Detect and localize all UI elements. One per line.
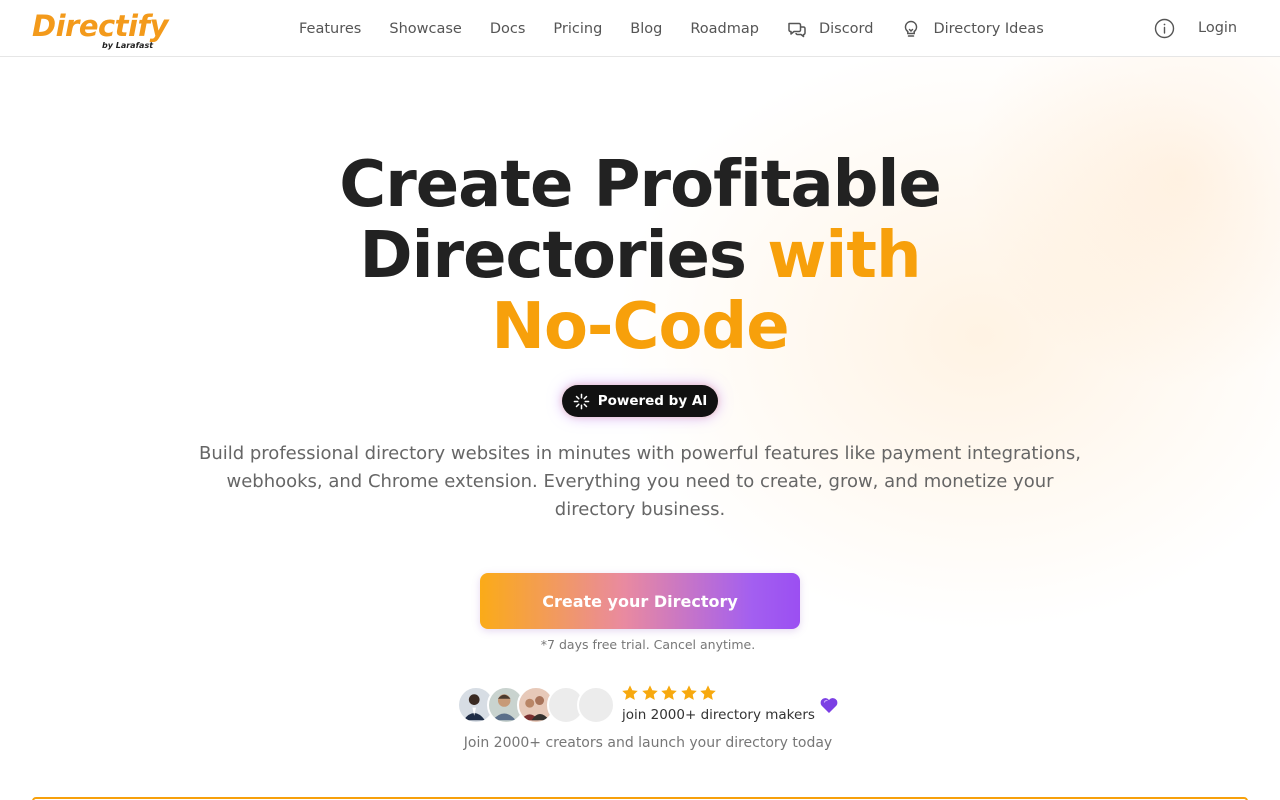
hero-title-accent: with xyxy=(767,219,921,293)
nav-blog[interactable]: Blog xyxy=(630,19,662,39)
hero-title-dark: Directories xyxy=(359,219,747,293)
hero-title: Create Profitable Directories with No-Co… xyxy=(0,150,1280,363)
makers-text: join 2000+ directory makers xyxy=(622,707,815,723)
avatar xyxy=(577,686,615,724)
nav-label: Showcase xyxy=(389,21,462,37)
join-text: Join 2000+ creators and launch your dire… xyxy=(463,735,833,751)
chat-bubbles-icon xyxy=(787,19,807,39)
hero-title-line-1: Create Profitable xyxy=(339,148,942,222)
trial-note: *7 days free trial. Cancel anytime. xyxy=(540,637,756,652)
star-icon xyxy=(700,685,716,700)
nav-roadmap[interactable]: Roadmap xyxy=(690,19,759,39)
purple-heart-icon xyxy=(818,694,840,716)
nav-directory-ideas[interactable]: Directory Ideas xyxy=(901,19,1044,39)
create-directory-button[interactable]: Create your Directory xyxy=(480,573,800,629)
brand-sub: by Larafast xyxy=(102,41,154,50)
loader-icon xyxy=(573,393,590,409)
rating-stars xyxy=(621,684,719,702)
star-icon xyxy=(622,685,638,700)
login-link[interactable]: Login xyxy=(1198,18,1237,38)
nav-showcase[interactable]: Showcase xyxy=(389,19,461,39)
nav-label: Blog xyxy=(630,21,663,37)
hero-title-line-3: No-Code xyxy=(491,290,789,364)
star-icon xyxy=(661,685,677,700)
star-icon xyxy=(680,685,697,700)
brand-name: Directify xyxy=(32,9,169,43)
hero-description: Build professional directory websites in… xyxy=(198,443,1082,520)
main-nav: Features Showcase Docs Pricing Blog Road… xyxy=(299,19,1072,39)
info-icon[interactable] xyxy=(1154,18,1175,39)
badge-label: Powered by AI xyxy=(597,393,708,409)
nav-label: Roadmap xyxy=(690,21,759,37)
nav-label: Features xyxy=(299,21,362,37)
brand-logo[interactable]: Directify by Larafast xyxy=(32,8,182,52)
top-navbar: Directify by Larafast Features Showcase … xyxy=(0,0,1280,57)
star-icon xyxy=(641,685,658,700)
powered-by-ai-badge: Powered by AI xyxy=(562,385,718,417)
avatar-group xyxy=(457,686,617,724)
nav-pricing[interactable]: Pricing xyxy=(553,19,602,39)
nav-docs[interactable]: Docs xyxy=(490,19,526,39)
nav-features[interactable]: Features xyxy=(299,19,361,39)
nav-label: Discord xyxy=(818,21,874,37)
nav-label: Pricing xyxy=(553,21,603,37)
nav-label: Docs xyxy=(489,21,526,37)
lightbulb-icon xyxy=(901,19,921,39)
nav-discord[interactable]: Discord xyxy=(787,19,874,39)
hero-title-line-2: Directories with xyxy=(0,221,1280,292)
nav-label: Directory Ideas xyxy=(933,21,1044,37)
